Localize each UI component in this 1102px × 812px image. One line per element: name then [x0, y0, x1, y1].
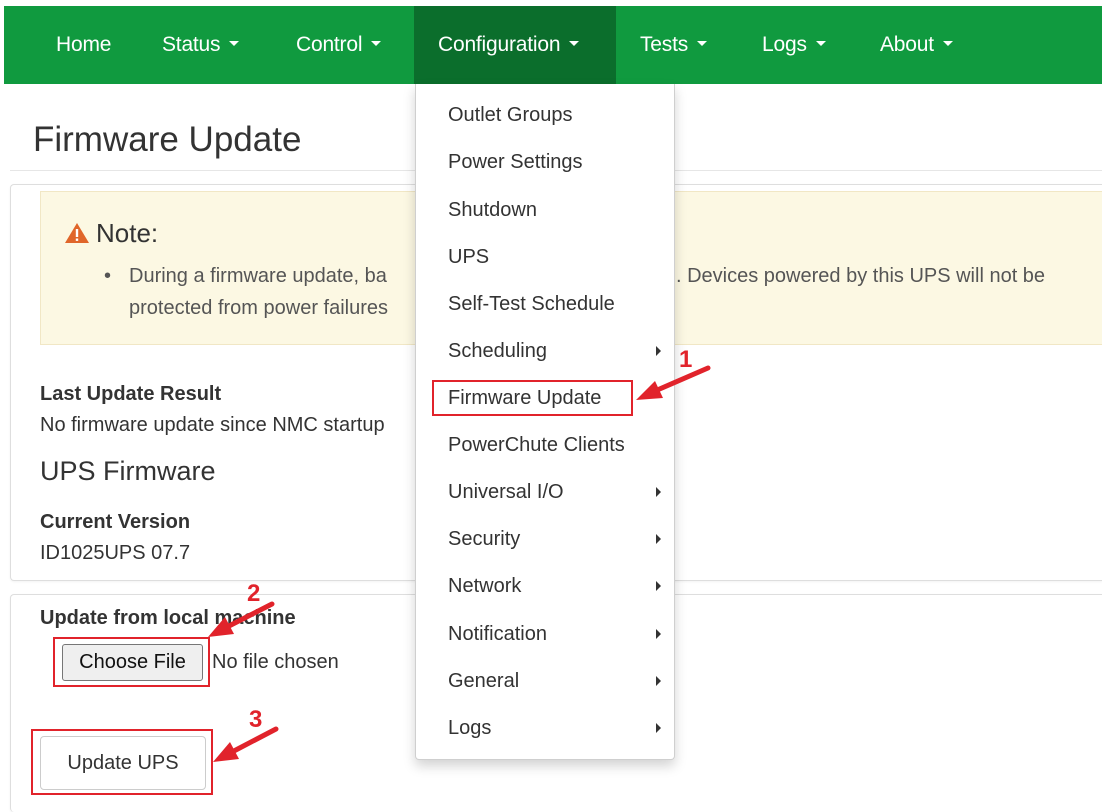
caret-right-icon	[656, 723, 661, 733]
menu-item-label: UPS	[448, 246, 490, 268]
top-navbar: Home Status Control Configuration Tests …	[4, 6, 1102, 84]
nav-logs-label: Logs	[762, 33, 807, 56]
caret-right-icon	[656, 629, 661, 639]
menu-item-notification[interactable]: Notification	[416, 614, 674, 654]
bullet-dot: •	[104, 265, 112, 287]
menu-item-network[interactable]: Network	[416, 566, 674, 606]
menu-item-universal-io[interactable]: Universal I/O	[416, 472, 674, 512]
menu-item-label: Notification	[448, 623, 547, 645]
menu-item-label: Power Settings	[448, 151, 583, 173]
menu-item-powerchute-clients[interactable]: PowerChute Clients	[416, 425, 674, 465]
nav-home-label: Home	[56, 33, 112, 56]
menu-item-label: Logs	[448, 717, 492, 739]
ups-firmware-heading: UPS Firmware	[40, 456, 216, 486]
menu-item-logs[interactable]: Logs	[416, 708, 674, 748]
caret-right-icon	[656, 534, 661, 544]
current-version-label: Current Version	[40, 511, 191, 533]
current-version-value: ID1025UPS 07.7	[40, 542, 191, 564]
highlight-box-firmware-update	[432, 380, 633, 416]
caret-down-icon	[371, 40, 382, 46]
menu-item-label: General	[448, 670, 520, 692]
highlight-box-update-ups	[31, 729, 213, 795]
menu-item-security[interactable]: Security	[416, 519, 674, 559]
note-text-line1-left: During a firmware update, ba	[129, 265, 387, 287]
note-text-line2-left: protected from power failures	[129, 297, 389, 319]
no-file-chosen-text: No file chosen	[212, 651, 339, 673]
menu-item-self-test-schedule[interactable]: Self-Test Schedule	[416, 284, 674, 324]
note-title: Note:	[64, 218, 158, 251]
nav-control[interactable]: Control	[296, 6, 382, 84]
nav-status-label: Status	[162, 33, 221, 56]
nav-tests[interactable]: Tests	[640, 6, 708, 84]
menu-item-label: Network	[448, 575, 522, 597]
caret-right-icon	[656, 581, 661, 591]
nav-control-label: Control	[296, 33, 363, 56]
note-title-text: Note:	[96, 218, 159, 248]
update-local-label: Update from local machine	[40, 607, 296, 629]
menu-item-label: Universal I/O	[448, 481, 564, 503]
menu-item-label: Outlet Groups	[448, 104, 573, 126]
menu-item-label: Shutdown	[448, 199, 537, 221]
note-text-line1-right: . Devices powered by this UPS will not b…	[676, 265, 1046, 287]
highlight-box-choose-file	[53, 637, 210, 687]
caret-down-icon	[229, 40, 240, 46]
caret-right-icon	[656, 346, 661, 356]
menu-item-label: Self-Test Schedule	[448, 293, 615, 315]
warning-triangle-icon	[64, 220, 90, 251]
menu-item-label: Security	[448, 528, 521, 550]
caret-right-icon	[656, 487, 661, 497]
menu-item-label: PowerChute Clients	[448, 434, 625, 456]
nav-about-label: About	[880, 33, 934, 56]
page-title: Firmware Update	[33, 120, 302, 159]
nav-logs[interactable]: Logs	[762, 6, 826, 84]
menu-item-outlet-groups[interactable]: Outlet Groups	[416, 95, 674, 135]
nav-status[interactable]: Status	[162, 6, 240, 84]
caret-down-icon	[569, 40, 580, 46]
caret-down-icon	[815, 40, 826, 46]
nav-home[interactable]: Home	[56, 6, 111, 84]
menu-item-scheduling[interactable]: Scheduling	[416, 331, 674, 371]
menu-item-general[interactable]: General	[416, 661, 674, 701]
last-update-label: Last Update Result	[40, 383, 222, 405]
last-update-value: No firmware update since NMC startup	[40, 414, 385, 436]
menu-item-ups[interactable]: UPS	[416, 237, 674, 277]
nav-configuration[interactable]: Configuration	[414, 6, 616, 84]
caret-down-icon	[942, 40, 953, 46]
caret-right-icon	[656, 676, 661, 686]
nav-tests-label: Tests	[640, 33, 689, 56]
menu-item-shutdown[interactable]: Shutdown	[416, 190, 674, 230]
menu-item-power-settings[interactable]: Power Settings	[416, 142, 674, 182]
configuration-dropdown-menu: Outlet Groups Power Settings Shutdown UP…	[415, 84, 675, 760]
nav-configuration-label: Configuration	[438, 33, 561, 56]
menu-item-label: Scheduling	[448, 340, 547, 362]
nav-about[interactable]: About	[880, 6, 953, 84]
caret-down-icon	[697, 40, 708, 46]
